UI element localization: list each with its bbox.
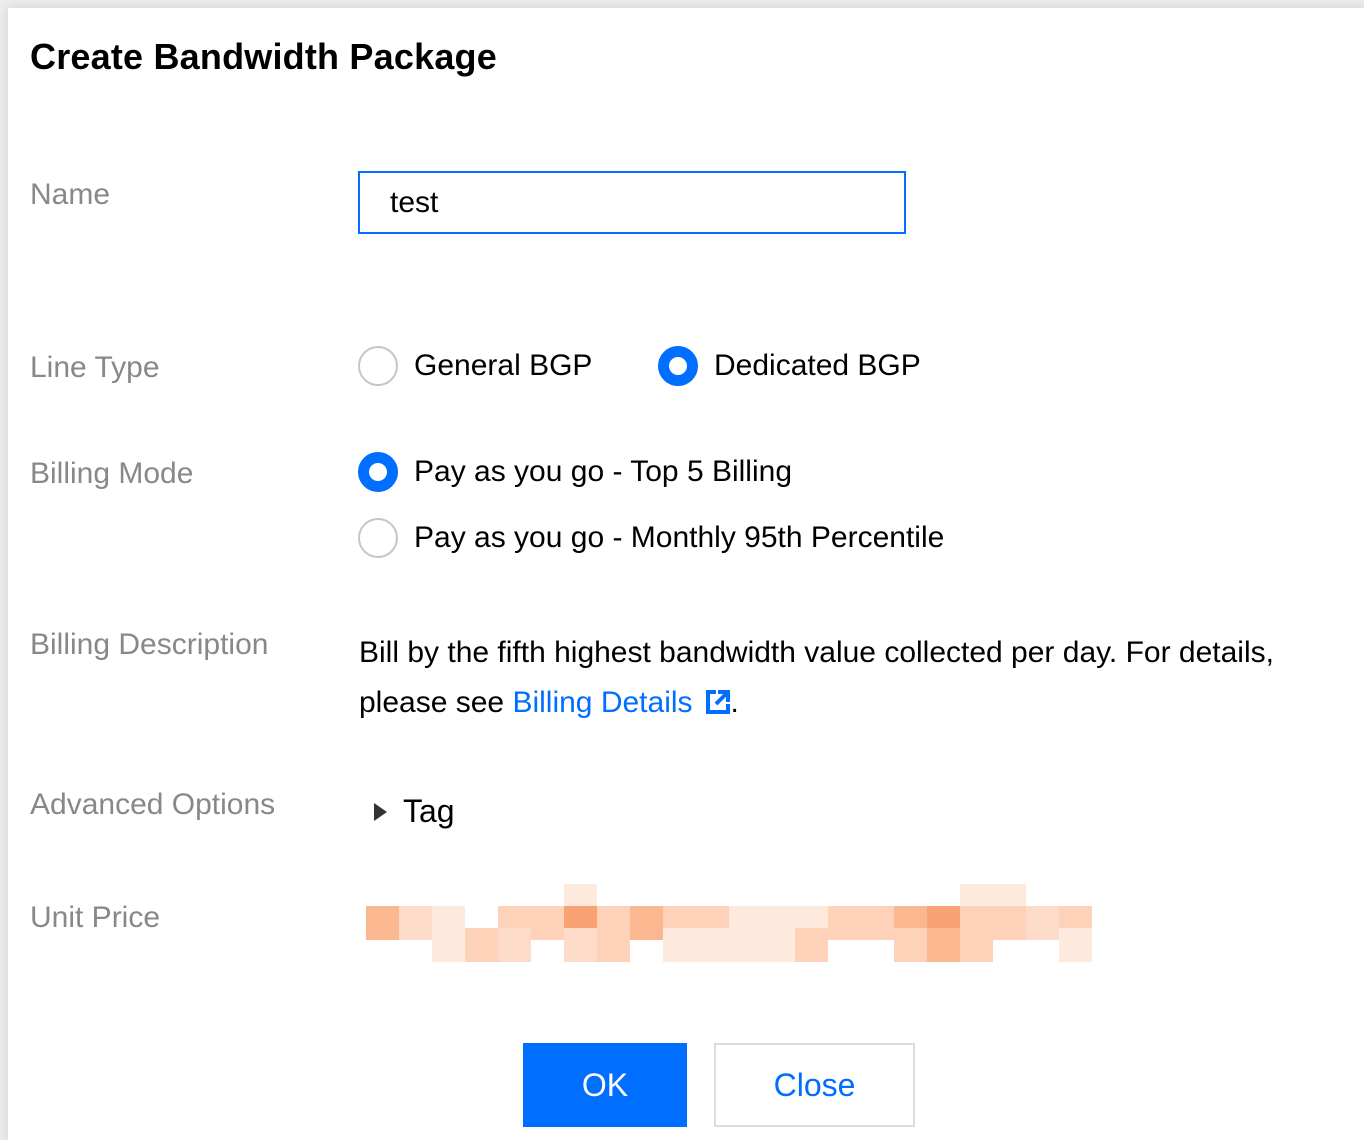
radio-monthly-95th-label: Pay as you go - Monthly 95th Percentile <box>414 521 945 554</box>
name-input[interactable] <box>358 171 906 234</box>
radio-dedicated-bgp[interactable]: Dedicated BGP <box>658 346 921 386</box>
billing-details-link-text: Billing Details <box>512 686 693 719</box>
redaction-cell <box>465 928 498 962</box>
redaction-cell <box>927 928 960 962</box>
radio-monthly-95th-circle <box>358 518 398 558</box>
dialog-title: Create Bandwidth Package <box>30 36 497 77</box>
redaction-cell <box>894 928 927 962</box>
redaction-cell <box>993 906 1026 940</box>
redaction-cell <box>861 906 894 940</box>
billing-description-period: . <box>730 686 739 719</box>
redaction-cell <box>729 928 762 962</box>
radio-general-bgp-label: General BGP <box>414 349 593 382</box>
tag-toggle[interactable]: Tag <box>374 793 455 830</box>
redaction-cell <box>1059 928 1092 962</box>
redaction-cell <box>399 906 432 940</box>
billing-mode-label: Billing Mode <box>30 457 194 490</box>
redaction-cell <box>597 928 630 962</box>
name-label: Name <box>30 178 111 211</box>
line-type-label: Line Type <box>30 351 160 384</box>
radio-general-bgp-circle <box>358 346 398 386</box>
external-link-icon <box>705 690 730 714</box>
redaction-cell <box>498 928 531 962</box>
advanced-options-label: Advanced Options <box>30 788 276 821</box>
redaction-cell <box>828 906 861 940</box>
redaction-cell <box>960 928 993 962</box>
radio-top5-billing[interactable]: Pay as you go - Top 5 Billing <box>358 452 792 492</box>
redaction-cell <box>696 928 729 962</box>
redaction-cell <box>564 928 597 962</box>
close-button[interactable]: Close <box>714 1043 915 1127</box>
billing-description-label: Billing Description <box>30 628 269 661</box>
billing-description-body: Bill by the fifth highest bandwidth valu… <box>359 636 1274 719</box>
create-bandwidth-package-dialog: Create Bandwidth Package Name Line Type … <box>8 8 1364 1140</box>
redaction-cell <box>1026 906 1059 940</box>
unit-price-label: Unit Price <box>30 901 161 934</box>
redaction-cell <box>762 928 795 962</box>
redaction-cell <box>630 906 663 940</box>
radio-top5-billing-circle <box>358 452 398 492</box>
radio-top5-billing-label: Pay as you go - Top 5 Billing <box>414 455 793 488</box>
radio-monthly-95th[interactable]: Pay as you go - Monthly 95th Percentile <box>358 518 944 558</box>
caret-right-icon <box>374 802 387 821</box>
ok-button[interactable]: OK <box>523 1043 687 1127</box>
redaction-cell <box>432 928 465 962</box>
redaction-cell <box>795 928 828 962</box>
unit-price-redacted-value <box>366 884 1092 962</box>
radio-dedicated-bgp-circle <box>658 346 698 386</box>
redaction-cell <box>663 928 696 962</box>
radio-dedicated-bgp-label: Dedicated BGP <box>714 349 921 382</box>
tag-toggle-label: Tag <box>403 793 455 829</box>
radio-general-bgp[interactable]: General BGP <box>358 346 592 386</box>
billing-description-text: Bill by the fifth highest bandwidth valu… <box>359 628 1319 728</box>
billing-details-link[interactable]: Billing Details <box>512 686 730 719</box>
redaction-cell <box>366 906 399 940</box>
redaction-cell <box>531 906 564 940</box>
